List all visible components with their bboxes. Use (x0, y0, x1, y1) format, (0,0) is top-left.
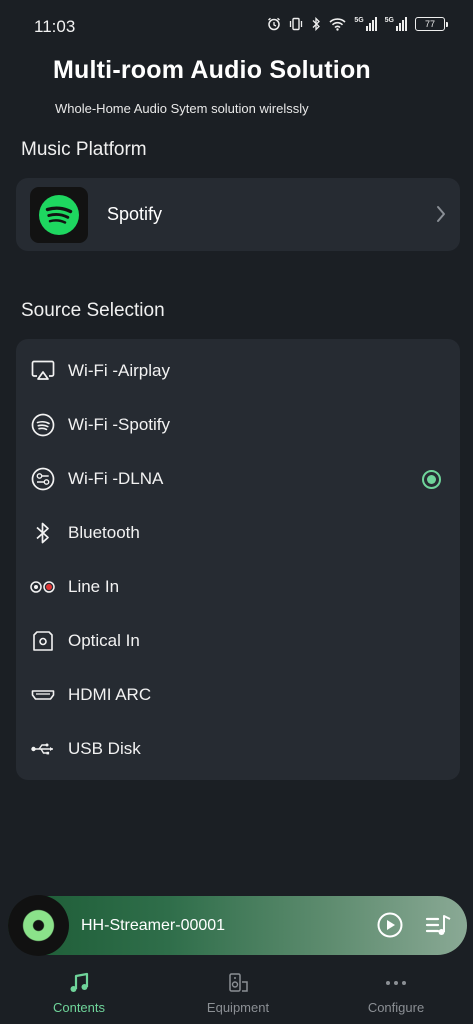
airplay-icon (29, 357, 57, 385)
source-item-dlna[interactable]: Wi-Fi -DLNA (16, 452, 460, 506)
source-label: Bluetooth (68, 523, 140, 542)
hdmi-icon (29, 681, 57, 709)
usb-icon (29, 735, 57, 763)
source-label: HDMI ARC (68, 685, 152, 704)
playlist-icon (425, 915, 451, 935)
tab-contents[interactable]: Contents (19, 962, 139, 1024)
spotify-logo-icon (30, 187, 88, 243)
chevron-right-icon (436, 205, 446, 228)
status-bar: 11:03 5G 5G 77 (0, 0, 473, 52)
source-label: Optical In (68, 631, 140, 650)
platform-label: Spotify (107, 204, 163, 224)
alarm-icon (267, 17, 281, 31)
playlist-button[interactable] (425, 912, 453, 938)
source-item-line-in[interactable]: Line In (16, 560, 460, 614)
signal-icon-2: 5G (385, 17, 407, 31)
source-label: Wi-Fi -Airplay (68, 361, 170, 380)
spotify-icon (29, 411, 57, 439)
status-time: 11:03 (34, 17, 76, 36)
page-title: Multi-room Audio Solution (53, 56, 371, 84)
source-item-optical[interactable]: Optical In (16, 614, 460, 668)
vinyl-disc-icon (8, 895, 69, 956)
tab-configure[interactable]: Configure (336, 962, 456, 1024)
source-item-hdmi[interactable]: HDMI ARC (16, 668, 460, 722)
player-device-name: HH-Streamer-00001 (81, 917, 226, 934)
dlna-icon (29, 465, 57, 493)
bottom-nav: Contents Equipment Configure (0, 962, 473, 1024)
music-note-icon (66, 970, 92, 996)
tab-label: Configure (367, 1000, 425, 1015)
signal-icon-1: 5G (354, 17, 377, 31)
play-button[interactable] (377, 912, 403, 938)
battery-icon: 77 (415, 17, 448, 31)
source-item-usb[interactable]: USB Disk (16, 722, 460, 776)
screen: 11:03 5G 5G 77 Multi-room Audio Solution… (0, 0, 473, 1024)
selected-radio-icon[interactable] (422, 469, 441, 489)
music-platform-heading: Music Platform (21, 139, 147, 160)
play-icon (377, 912, 403, 938)
optical-icon (29, 627, 57, 655)
source-selection-heading: Source Selection (21, 300, 165, 321)
more-dots-icon (383, 970, 409, 996)
wifi-status-icon (329, 17, 346, 31)
bluetooth-status-icon (311, 17, 321, 31)
source-item-bluetooth[interactable]: Bluetooth (16, 506, 460, 560)
vibrate-icon (289, 17, 303, 31)
source-label: USB Disk (68, 739, 141, 758)
source-label: Wi-Fi -Spotify (68, 415, 170, 434)
bluetooth-icon (29, 519, 57, 547)
page-subtitle: Whole-Home Audio Sytem solution wirelssl… (55, 101, 309, 116)
source-label: Line In (68, 577, 120, 596)
source-item-airplay[interactable]: Wi-Fi -Airplay (16, 344, 460, 398)
line-in-icon (29, 573, 57, 601)
tab-equipment[interactable]: Equipment (178, 962, 298, 1024)
tab-label: Equipment (206, 1000, 270, 1015)
source-list: Wi-Fi -Airplay Wi-Fi -Spotify Wi-Fi -DLN… (16, 339, 460, 780)
tab-label: Contents (52, 1000, 106, 1015)
source-label: Wi-Fi -DLNA (68, 469, 164, 488)
mini-player[interactable]: HH-Streamer-00001 (8, 895, 467, 956)
spotify-platform-item[interactable]: Spotify (16, 178, 460, 251)
source-item-spotify[interactable]: Wi-Fi -Spotify (16, 398, 460, 452)
status-icons: 5G 5G 77 (267, 17, 448, 31)
speaker-icon (225, 970, 251, 996)
